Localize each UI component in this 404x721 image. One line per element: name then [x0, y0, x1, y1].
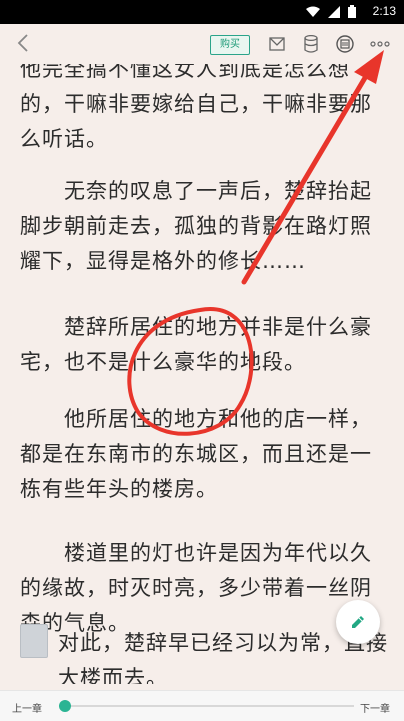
paragraph: 楚辞所居住的地方并非是什么豪宅，也不是什么豪华的地段。: [20, 315, 372, 374]
more-icon: [370, 41, 390, 47]
back-button[interactable]: [10, 30, 36, 56]
message-icon: [269, 37, 285, 51]
status-icons: [306, 5, 356, 18]
tts-button[interactable]: [334, 32, 356, 56]
chapter-progress-slider[interactable]: [58, 700, 354, 712]
more-button[interactable]: [369, 32, 391, 56]
pencil-icon: [352, 616, 364, 628]
wifi-icon: [306, 6, 320, 17]
progress-knob[interactable]: [58, 700, 71, 712]
database-button[interactable]: [300, 32, 322, 56]
next-chapter-button[interactable]: 下一章: [360, 700, 390, 715]
database-icon: [304, 35, 318, 53]
prev-chapter-button[interactable]: 上一章: [12, 700, 42, 715]
battery-icon: [348, 5, 356, 18]
back-icon: [17, 34, 28, 52]
note-button[interactable]: [336, 600, 380, 644]
reader-toolbar: 购买: [0, 24, 404, 64]
book-thumbnail[interactable]: [20, 624, 48, 658]
message-button[interactable]: [266, 32, 288, 56]
paragraph: 他所居住的地方和他的店一样，都是在东南市的东城区，而且还是一栋有些年头的楼房。: [20, 407, 372, 501]
buy-button[interactable]: 购买: [210, 35, 250, 55]
reading-content: 他完全搞不懂这女人到底是怎么想的，干嘛非要嫁给自己，干嘛非要那么听话。 无奈的叹…: [0, 64, 404, 684]
tts-icon: [336, 35, 354, 53]
status-bar: 2:13: [0, 0, 404, 24]
signal-icon: [328, 5, 340, 18]
chapter-nav-bar: 上一章 下一章: [0, 690, 404, 721]
paragraph: 他完全搞不懂这女人到底是怎么想的，干嘛非要嫁给自己，干嘛非要那么听话。: [20, 64, 372, 151]
paragraph: 无奈的叹息了一声后，楚辞抬起脚步朝前走去，孤独的背影在路灯照耀下，显得是格外的修…: [20, 179, 372, 273]
status-time: 2:13: [372, 4, 396, 18]
